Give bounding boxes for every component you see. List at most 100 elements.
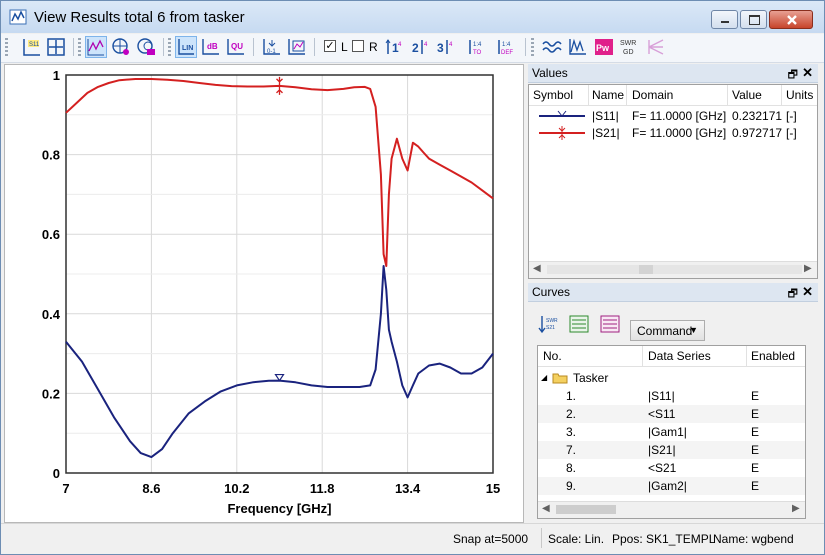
curve-row-enabled[interactable]: E (751, 461, 759, 475)
curves-remove-icon[interactable] (600, 314, 620, 334)
curve-row[interactable]: 9. |Gam2| E (538, 477, 805, 495)
marker-ito-button[interactable]: 1:4 TO (466, 36, 488, 58)
fan-button[interactable] (645, 36, 667, 58)
y-tick-label: 0.6 (42, 227, 60, 242)
values-row-units: [-] (786, 126, 797, 140)
scroll-left-icon[interactable]: ◀ (542, 503, 550, 514)
scroll-right-icon[interactable]: ▶ (792, 503, 800, 514)
marker-def-icon: 1:4 DEF (498, 40, 513, 56)
svg-text:4: 4 (398, 42, 402, 48)
curves-grid[interactable]: No. Data Series Enabled ◢ Tasker 1. |S11… (537, 345, 806, 519)
marker-3-icon: 34 (437, 40, 453, 55)
smith-button[interactable] (135, 36, 157, 58)
values-col-symbol[interactable]: Symbol (533, 88, 573, 102)
values-panel-header: Values 🗗 ✕ (528, 64, 818, 83)
command-dropdown[interactable]: Command ▼ (630, 320, 705, 341)
marker-cross-button[interactable] (45, 36, 67, 58)
values-row-domain: F= 11.0000 [GHz] (632, 126, 727, 140)
values-close-icon[interactable]: ✕ (802, 65, 813, 81)
swr-list-icon[interactable]: SWRS21 (538, 314, 558, 334)
curve-row[interactable]: 2. <S11 E (538, 405, 805, 423)
scroll-right-icon[interactable]: ▶ (804, 263, 812, 274)
values-col-units[interactable]: Units (786, 88, 813, 102)
curve-row-enabled[interactable]: E (751, 407, 759, 421)
marker-def-button[interactable]: 1:4 DEF (495, 36, 517, 58)
scroll-left-icon[interactable]: ◀ (533, 263, 541, 274)
polar-button[interactable] (110, 36, 132, 58)
svg-text:3: 3 (437, 41, 444, 55)
svg-text:4: 4 (449, 42, 453, 48)
values-row-value: 0.972717 (732, 126, 783, 140)
values-hscrollbar[interactable]: ◀ ▶ (529, 261, 817, 278)
values-grid[interactable]: Symbol Name Domain Value Units |S11| F= … (528, 84, 818, 279)
plot-panel[interactable]: 7 8.6 10.2 11.8 13.4 15 0 0.2 0.4 0.6 0.8 1 Frequenc… (4, 64, 524, 523)
r-checkbox[interactable] (352, 40, 364, 52)
s11-axis-button[interactable]: S11 (21, 36, 43, 58)
zoom-button[interactable]: 0-1 (261, 36, 283, 58)
spectrum-button[interactable] (567, 36, 589, 58)
marker-1-button[interactable]: 14 (384, 36, 406, 58)
linear-scale-button[interactable]: LIN (175, 36, 197, 58)
values-row[interactable]: |S21| F= 11.0000 [GHz] 0.972717 [-] (529, 124, 817, 142)
curve-row-enabled[interactable]: E (751, 479, 759, 493)
toolbar-separator (525, 38, 526, 56)
qu-scale-button[interactable]: QU (225, 36, 247, 58)
y-tick-label: 0 (53, 466, 60, 481)
values-col-domain[interactable]: Domain (632, 88, 673, 102)
curves-hscrollbar[interactable]: ◀ ▶ (538, 501, 805, 518)
marker-2-button[interactable]: 24 (409, 36, 431, 58)
values-col-name[interactable]: Name (592, 88, 624, 102)
line-chart[interactable]: 7 8.6 10.2 11.8 13.4 15 0 0.2 0.4 0.6 0.8 1 Frequenc… (5, 65, 523, 522)
curve-wave-icon (87, 39, 104, 56)
curve-row[interactable]: 1. |S11| E (538, 387, 805, 405)
swr-gd-button[interactable]: SWR GD (619, 36, 641, 58)
s21-symbol-icon (539, 126, 585, 140)
maximize-button[interactable] (740, 10, 767, 29)
curve-row-enabled[interactable]: E (751, 389, 759, 403)
scroll-track[interactable] (547, 265, 802, 274)
toolbar-grip[interactable] (168, 38, 171, 56)
marker-1-icon: 14 (385, 39, 402, 55)
curves-col-no[interactable]: No. (543, 349, 562, 363)
marker-3-button[interactable]: 34 (434, 36, 456, 58)
marker-ito-icon: 1:4 TO (469, 40, 482, 56)
status-snap: Snap at=5000 (453, 532, 529, 546)
values-row[interactable]: |S11| F= 11.0000 [GHz] 0.232171 [-] (529, 107, 817, 125)
curve-row-enabled[interactable]: E (751, 443, 759, 457)
svg-text:4: 4 (424, 42, 428, 48)
values-row-units: [-] (786, 109, 797, 123)
float-icon[interactable]: 🗗 (788, 285, 798, 304)
curve-wave-button[interactable] (85, 36, 107, 58)
minimize-button[interactable] (711, 10, 738, 29)
curve-row[interactable]: 8. <S21 E (538, 459, 805, 477)
tree-group-tasker[interactable]: ◢ Tasker (538, 369, 805, 387)
curve-row-no: 9. (566, 479, 577, 493)
toolbar-grip[interactable] (78, 38, 81, 56)
svg-text:0-1: 0-1 (267, 49, 276, 55)
toolbar-grip[interactable] (5, 38, 8, 56)
float-icon[interactable]: 🗗 (788, 66, 798, 85)
curve-row[interactable]: 3. |Gam1| E (538, 423, 805, 441)
status-bar: Snap at=5000 Scale: Lin. Ppos: SK1_TEMPL… (1, 523, 824, 554)
power-button[interactable]: Pw (593, 36, 615, 58)
zoom-fit-button[interactable] (286, 36, 308, 58)
curve-row[interactable]: 7. |S21| E (538, 441, 805, 459)
curves-col-enabled[interactable]: Enabled (751, 349, 795, 363)
close-button[interactable] (769, 10, 813, 29)
curves-col-series[interactable]: Data Series (648, 349, 711, 363)
svg-text:SWR: SWR (620, 40, 636, 47)
db-scale-button[interactable]: dB (200, 36, 222, 58)
svg-text:dB: dB (207, 42, 218, 51)
status-ppos: Ppos: SK1_TEMPL (612, 532, 716, 546)
toolbar-grip[interactable] (531, 38, 534, 56)
scroll-thumb[interactable] (556, 505, 616, 514)
curves-add-icon[interactable] (569, 314, 589, 334)
toolbar-separator (73, 38, 74, 56)
curves-close-icon[interactable]: ✕ (802, 284, 813, 300)
values-col-value[interactable]: Value (732, 88, 762, 102)
tree-expand-icon[interactable]: ◢ (541, 373, 547, 382)
status-name: Name: wgbend (713, 532, 794, 546)
curve-row-enabled[interactable]: E (751, 425, 759, 439)
l-checkbox[interactable]: ✓ (324, 40, 336, 52)
waveform-button[interactable] (541, 36, 563, 58)
